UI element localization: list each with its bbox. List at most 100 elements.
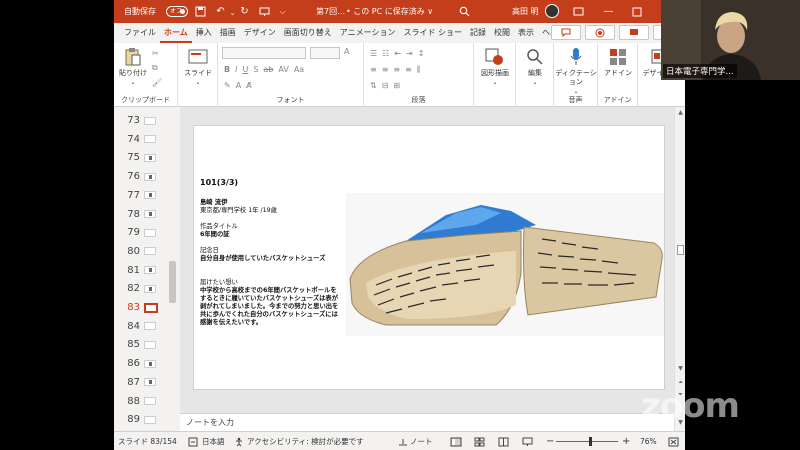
tab-5[interactable]: 画面切り替え [280,23,336,43]
font-size-dropdown[interactable] [310,47,340,59]
slide-preview[interactable] [144,322,156,331]
slide-preview[interactable] [144,247,156,256]
tab-2[interactable]: 挿入 [192,23,216,43]
save-icon[interactable] [194,5,207,18]
slide-thumbnail[interactable]: 77 [114,186,174,205]
language[interactable]: 日本語 [202,432,225,450]
scroll-up-arrow[interactable]: ▲ [675,109,685,116]
font-color-icon[interactable]: A [236,81,241,90]
underline-icon[interactable]: U [242,65,248,74]
cut-icon[interactable]: ✂ [152,49,162,58]
slide-thumbnail[interactable]: 75 [114,148,174,167]
numbering-icon[interactable]: ☷ [382,49,389,58]
shapes-button[interactable]: 図形描画 ⌄ [476,47,514,87]
accessibility-icon[interactable] [234,432,244,450]
slide-preview[interactable] [144,415,156,424]
thumbnail-scroll-thumb[interactable] [169,261,176,303]
align-right-icon[interactable]: ≡ [393,65,400,75]
tab-10[interactable]: 表示 [514,23,538,43]
slide-preview[interactable] [144,378,156,387]
bold-icon[interactable]: B [224,65,230,74]
slide-thumbnail[interactable]: 88 [114,392,174,411]
edit-button[interactable]: 編集 ⌄ [518,47,552,87]
slide-preview[interactable] [144,172,156,181]
slide-preview[interactable] [144,397,156,405]
slide-sorter-icon[interactable] [474,432,485,450]
copy-icon[interactable]: ⧉ [152,63,162,73]
smartart-icon[interactable]: ⊞ [393,81,400,90]
shadow-icon[interactable]: S [253,65,258,74]
slide-thumbnail[interactable]: 83 [114,298,174,317]
thumbnail-scrollbar[interactable] [168,107,177,431]
shoe-photo[interactable] [346,193,664,336]
redo-icon[interactable]: ↻ [238,5,251,18]
ribbon-display-icon[interactable] [572,5,585,18]
slide-thumbnail[interactable]: 86 [114,354,174,373]
slide-preview[interactable] [144,153,156,162]
zoom-in-icon[interactable]: + [622,432,630,450]
format-painter-icon[interactable]: 🖌 [152,78,162,87]
decrease-indent-icon[interactable]: ⇤ [394,49,401,58]
text-direction-icon[interactable]: ⇅ [370,81,377,90]
align-text-icon[interactable]: ⊟ [382,81,389,90]
slide-thumbnail[interactable]: 80 [114,242,174,261]
strikethrough-icon[interactable]: ab [263,65,273,74]
slide-thumbnail[interactable]: 74 [114,130,174,149]
zoom-level[interactable]: 76% [640,432,657,450]
slide[interactable]: 101(3/3) 島崎 流伊 東京都/専門学校 1年 /19歳 作品タイトル 6… [193,125,665,390]
autosave-toggle[interactable]: オフ [166,6,188,17]
slide-thumbnail[interactable]: 76 [114,167,174,186]
slide-preview[interactable] [144,340,156,349]
increase-indent-icon[interactable]: ⇥ [406,49,413,58]
line-spacing-icon[interactable]: ↕ [418,49,425,58]
slide-thumbnail[interactable]: 85 [114,335,174,354]
justify-icon[interactable]: ≡ [405,65,412,75]
canvas-scroll-thumb[interactable] [677,245,684,255]
align-left-icon[interactable]: ≡ [370,65,377,75]
save-location[interactable]: • この PC に保存済み ∨ [346,6,433,17]
normal-view-icon[interactable] [450,432,462,450]
new-slide-button[interactable]: スライド ⌄ [182,47,214,87]
slide-preview[interactable] [144,266,156,275]
canvas-scrollbar[interactable]: ▲ ▼ ⏶ ⏷ ▼ [674,107,685,431]
search-icon[interactable] [458,5,471,18]
slide-thumbnail[interactable]: 82 [114,279,174,298]
slide-preview[interactable] [144,191,156,200]
bullets-icon[interactable]: ☰ [370,49,377,58]
notes-pane[interactable]: ノートを入力 [180,413,674,431]
zoom-slider-thumb[interactable] [589,437,593,446]
addin-button[interactable]: アドイン [600,47,636,78]
slide-thumbnail[interactable]: 81 [114,261,174,280]
proofing-icon[interactable] [188,432,198,450]
tab-3[interactable]: 描画 [216,23,240,43]
zoom-out-icon[interactable]: − [546,432,554,450]
slide-preview[interactable] [144,302,158,313]
align-center-icon[interactable]: ≡ [382,65,389,75]
tab-8[interactable]: 記録 [466,23,490,43]
slide-preview[interactable] [144,359,156,368]
slide-preview[interactable] [144,135,156,144]
slide-preview[interactable] [144,228,156,237]
dictation-button[interactable]: ディクテーション ⌄ [554,47,598,96]
highlight-icon[interactable]: ✎ [224,81,231,90]
columns-icon[interactable]: ⫼ [417,65,421,75]
scroll-down-arrow[interactable]: ▼ [675,365,685,372]
customize-qat-icon[interactable]: ⌵ [276,5,289,18]
spacing-icon[interactable]: AV [278,65,288,74]
reading-view-icon[interactable] [498,432,509,450]
italic-icon[interactable]: I [235,65,237,74]
change-case-icon[interactable]: Aa [294,65,304,74]
minimize-icon[interactable]: — [602,5,615,18]
slide-thumbnail[interactable]: 78 [114,205,174,224]
zoom-slider[interactable] [556,441,618,442]
slideshow-view-icon[interactable] [522,432,533,450]
slide-thumbnail[interactable]: 87 [114,373,174,392]
paste-button[interactable]: 貼り付け ⌄ [118,47,148,87]
tab-0[interactable]: ファイル [120,23,160,43]
comments-button[interactable] [551,25,581,40]
fit-to-window-icon[interactable] [668,432,679,450]
slide-thumbnail[interactable]: 84 [114,317,174,336]
slide-preview[interactable] [144,210,156,218]
notes-toggle[interactable]: ノート [398,432,433,450]
clear-format-icon[interactable]: A̸ [246,81,251,90]
